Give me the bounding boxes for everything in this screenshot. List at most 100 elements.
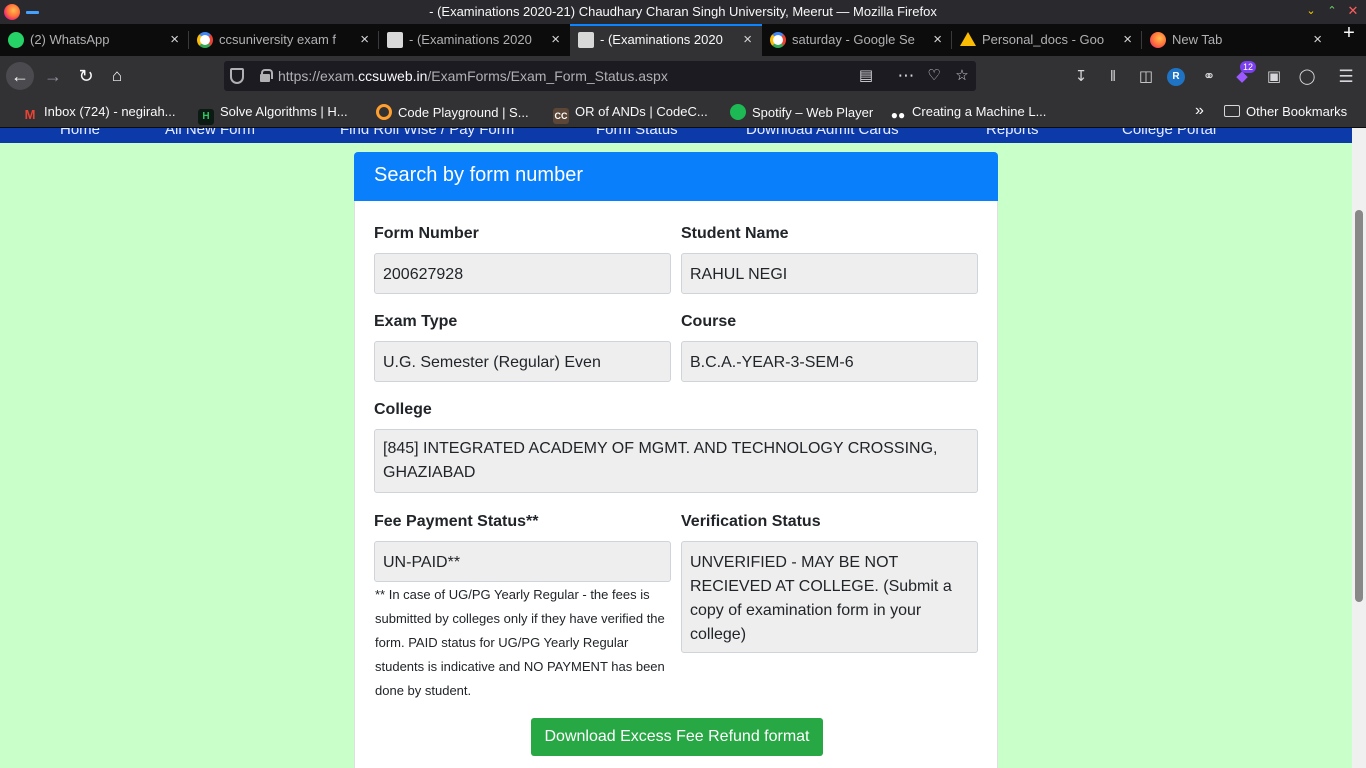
- bookmarks-overflow-chevron-icon[interactable]: »: [1195, 102, 1204, 120]
- downloads-icon[interactable]: ↧: [1070, 66, 1092, 88]
- bookmark-medium[interactable]: ●● Creating a Machine L...: [890, 104, 1047, 123]
- university-icon: [387, 32, 403, 48]
- new-tab-plus-icon[interactable]: +: [1338, 22, 1360, 45]
- tracking-protection-shield-icon[interactable]: [230, 68, 244, 84]
- close-tab-icon[interactable]: ×: [1313, 31, 1322, 48]
- course-label: Course: [681, 313, 737, 330]
- google-icon: [770, 32, 786, 48]
- reload-icon[interactable]: ↻: [72, 62, 100, 90]
- tab-label: New Tab: [1172, 32, 1223, 47]
- tab-saturday-search[interactable]: saturday - Google Se ×: [762, 24, 952, 56]
- close-tab-icon[interactable]: ×: [743, 31, 752, 48]
- course-field[interactable]: B.C.A.-YEAR-3-SEM-6: [681, 341, 978, 382]
- url-path: /ExamForms/Exam_Form_Status.aspx: [427, 68, 668, 84]
- navigation-toolbar: ← → ↻ ⌂ https://exam.ccsuweb.in/ExamForm…: [0, 56, 1366, 96]
- fee-payment-status-field[interactable]: UN-PAID**: [374, 541, 671, 582]
- pocket-icon[interactable]: ♡: [924, 66, 944, 86]
- college-field[interactable]: [845] INTEGRATED ACADEMY OF MGMT. AND TE…: [374, 429, 978, 493]
- exam-type-field[interactable]: U.G. Semester (Regular) Even: [374, 341, 671, 382]
- google-drive-icon: [960, 32, 976, 46]
- close-tab-icon[interactable]: ×: [360, 31, 369, 48]
- tab-label: - (Examinations 2020: [600, 32, 723, 47]
- college-label: College: [374, 401, 432, 418]
- bookmark-inbox[interactable]: M Inbox (724) - negirah...: [22, 104, 176, 123]
- tab-new-tab[interactable]: New Tab ×: [1142, 24, 1332, 56]
- codechef-icon: CC: [553, 108, 569, 124]
- close-tab-icon[interactable]: ×: [1123, 31, 1132, 48]
- sidebar-icon[interactable]: ◫: [1135, 66, 1157, 88]
- bookmark-codechef[interactable]: CC OR of ANDs | CodeC...: [553, 104, 708, 124]
- scrollbar-thumb[interactable]: [1355, 210, 1363, 602]
- tab-strip: (2) WhatsApp × ccsuniversity exam f × - …: [0, 22, 1366, 56]
- nav-find-roll-wise[interactable]: Find Roll Wise / Pay Form: [340, 128, 514, 138]
- bookmark-label: Inbox (724) - negirah...: [44, 104, 176, 119]
- bookmark-star-icon[interactable]: ☆: [952, 66, 972, 86]
- forward-arrow-icon[interactable]: →: [39, 62, 67, 90]
- sololearn-icon: [376, 104, 392, 120]
- home-icon[interactable]: ⌂: [103, 62, 131, 90]
- form-status-card: Search by form number Form Number 200627…: [354, 152, 998, 768]
- url-text[interactable]: https://exam.ccsuweb.in/ExamForms/Exam_F…: [278, 68, 668, 84]
- nav-home[interactable]: Home: [60, 128, 100, 138]
- close-tab-icon[interactable]: ×: [170, 31, 179, 48]
- extension-badge: 12: [1240, 61, 1257, 73]
- close-tab-icon[interactable]: ×: [933, 31, 942, 48]
- nav-form-status[interactable]: Form Status: [596, 128, 678, 138]
- download-excess-fee-refund-button[interactable]: Download Excess Fee Refund format: [531, 718, 823, 756]
- tab-label: ccsuniversity exam f: [219, 32, 337, 47]
- nav-download-admit-cards[interactable]: Download Admit Cards: [746, 128, 899, 138]
- bookmarks-toolbar: M Inbox (724) - negirah... H Solve Algorit…: [0, 96, 1366, 128]
- reader-view-icon[interactable]: ▤: [856, 66, 876, 86]
- nav-reports[interactable]: Reports: [986, 128, 1039, 138]
- screenshot-icon[interactable]: ▣: [1263, 66, 1285, 88]
- back-arrow-icon[interactable]: ←: [6, 62, 34, 90]
- extension-glasses-icon[interactable]: ⚭: [1198, 66, 1220, 88]
- close-window-icon[interactable]: ✕: [1345, 3, 1361, 19]
- verification-status-field[interactable]: UNVERIFIED - MAY BE NOT RECIEVED AT COLL…: [681, 541, 978, 653]
- bookmark-label: Spotify – Web Player: [752, 105, 874, 120]
- folder-icon: [1224, 105, 1240, 117]
- hamburger-menu-icon[interactable]: ☰: [1335, 66, 1357, 88]
- student-name-field[interactable]: RAHUL NEGI: [681, 253, 978, 294]
- tab-ccsuniversity-search[interactable]: ccsuniversity exam f ×: [189, 24, 379, 56]
- bookmark-hackerrank[interactable]: H Solve Algorithms | H...: [198, 104, 348, 125]
- maximize-icon[interactable]: ⌃: [1324, 3, 1340, 19]
- tab-examinations-1[interactable]: - (Examinations 2020 ×: [379, 24, 570, 56]
- minimize-icon[interactable]: ⌄: [1303, 3, 1319, 19]
- bookmark-spotify[interactable]: Spotify – Web Player: [730, 104, 873, 120]
- tab-whatsapp[interactable]: (2) WhatsApp ×: [0, 24, 189, 56]
- university-icon: [578, 32, 594, 48]
- firefox-icon: [1150, 32, 1166, 48]
- spotify-icon: [730, 104, 746, 120]
- profile-avatar-icon[interactable]: R: [1167, 68, 1185, 86]
- tab-label: (2) WhatsApp: [30, 32, 110, 47]
- whatsapp-icon: [8, 32, 24, 48]
- student-name-label: Student Name: [681, 225, 789, 242]
- tab-label: - (Examinations 2020: [409, 32, 532, 47]
- exam-type-label: Exam Type: [374, 313, 458, 330]
- tab-label: saturday - Google Se: [792, 32, 915, 47]
- nav-all-new-form[interactable]: All New Form: [165, 128, 255, 138]
- gmail-icon: M: [24, 107, 36, 122]
- form-number-label: Form Number: [374, 225, 479, 242]
- tab-personal-docs[interactable]: Personal_docs - Goo ×: [952, 24, 1142, 56]
- page-scrollbar[interactable]: [1352, 128, 1366, 768]
- card-title: Search by form number: [354, 152, 998, 201]
- page-actions-icon[interactable]: ⋯: [896, 66, 916, 86]
- url-prefix: https://exam.: [278, 68, 359, 84]
- form-number-field[interactable]: 200627928: [374, 253, 671, 294]
- bookmark-label: Other Bookmarks: [1246, 104, 1348, 119]
- fee-status-footnote: ** In case of UG/PG Yearly Regular - the…: [375, 587, 665, 698]
- bookmark-other-bookmarks[interactable]: Other Bookmarks: [1224, 104, 1347, 119]
- lock-icon[interactable]: [260, 69, 273, 82]
- extension-medal-icon[interactable]: ◯: [1296, 66, 1318, 88]
- nav-college-portal[interactable]: College Portal: [1122, 128, 1216, 138]
- bookmark-sololearn[interactable]: Code Playground | S...: [376, 104, 529, 120]
- url-domain: ccsuweb.in: [358, 68, 428, 84]
- tab-examinations-active[interactable]: - (Examinations 2020 ×: [570, 24, 762, 56]
- close-tab-icon[interactable]: ×: [551, 31, 560, 48]
- library-icon[interactable]: ‖: [1102, 66, 1124, 88]
- medium-icon: ●●: [890, 108, 906, 122]
- address-bar[interactable]: https://exam.ccsuweb.in/ExamForms/Exam_F…: [224, 61, 976, 91]
- window-title: - (Examinations 2020-21) Chaudhary Chara…: [429, 4, 937, 19]
